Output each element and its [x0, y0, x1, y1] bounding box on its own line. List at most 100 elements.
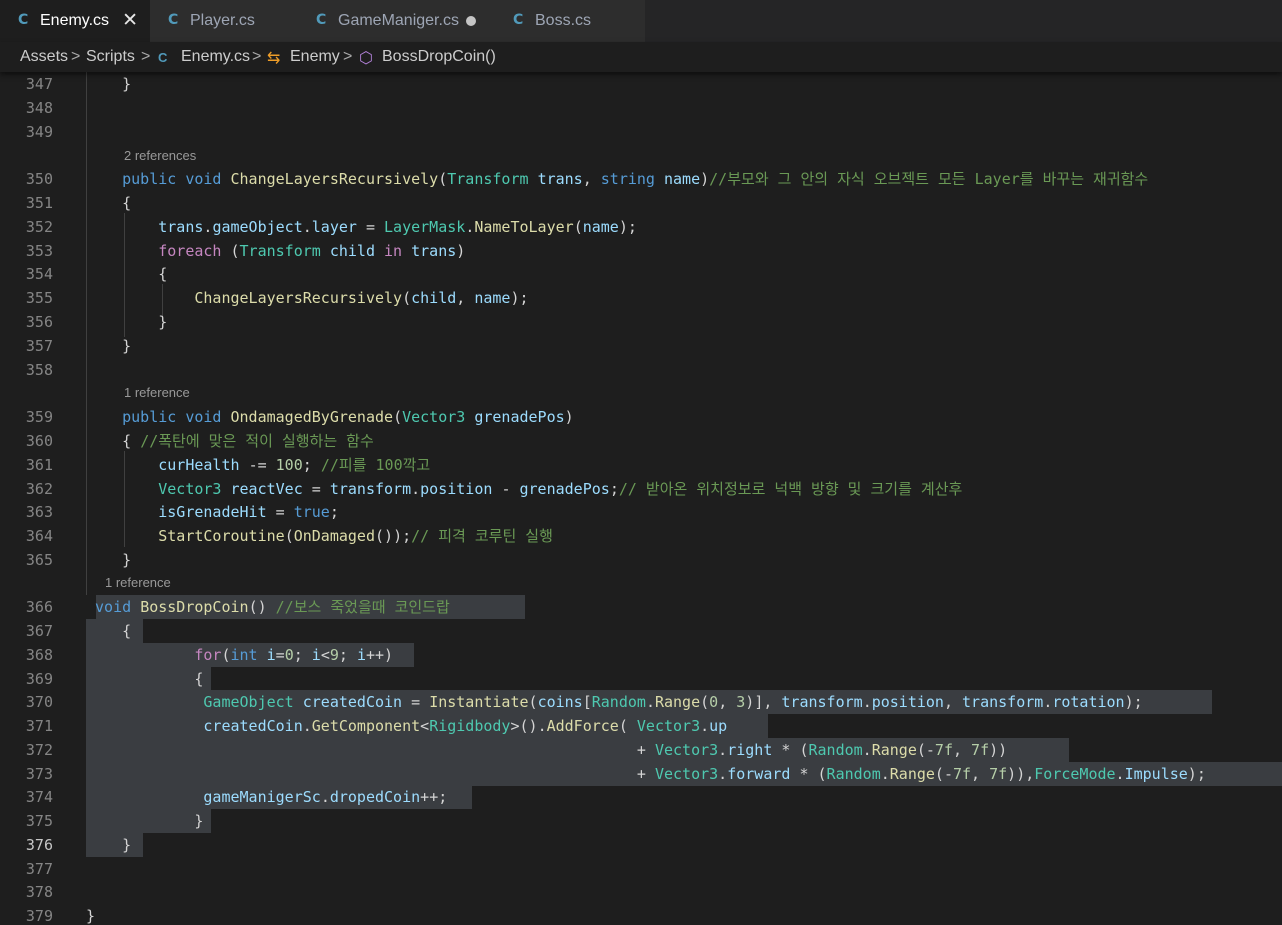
breadcrumb-class[interactable]: Enemy — [290, 48, 340, 66]
line-number: 347 — [25, 75, 53, 93]
line-number: 359 — [25, 408, 53, 426]
tab-player-cs[interactable]: C Player.cs — [150, 0, 298, 42]
line-number: 353 — [25, 242, 53, 260]
code-line: 364 StartCoroutine(OnDamaged());// 피격 코루… — [0, 524, 1282, 548]
line-number: 349 — [25, 123, 53, 141]
line-number: 375 — [25, 812, 53, 830]
line-number: 358 — [25, 361, 53, 379]
line-number: 355 — [25, 289, 53, 307]
code-line: 351 { — [0, 191, 1282, 215]
line-number: 378 — [25, 883, 53, 901]
csharp-file-icon: C — [168, 12, 179, 28]
line-text: } — [122, 75, 132, 93]
breadcrumb-file[interactable]: Enemy.cs — [181, 48, 250, 66]
code-line: 362 Vector3 reactVec = transform.positio… — [0, 477, 1282, 501]
code-line: 367 { — [0, 619, 1282, 643]
line-text: { — [122, 622, 132, 640]
line-number: 369 — [25, 670, 53, 688]
tab-label: Boss.cs — [535, 12, 592, 29]
breadcrumb-scripts[interactable]: Scripts — [86, 48, 135, 66]
tab-boss-cs[interactable]: C Boss.cs — [495, 0, 645, 42]
tab-label: Enemy.cs — [40, 12, 110, 29]
code-line: 371 createdCoin.GetComponent<Rigidbody>(… — [0, 714, 1282, 738]
line-text: Vector3 reactVec = transform.position - … — [158, 480, 963, 498]
code-line: 374 gameManigerSc.dropedCoin++; — [0, 785, 1282, 809]
line-text: { — [158, 265, 168, 283]
tab-label: Player.cs — [190, 12, 255, 29]
chevron-right-icon: > — [141, 48, 151, 65]
code-line: 360 { //폭탄에 맞은 적이 실행하는 함수 — [0, 429, 1282, 453]
class-icon: ⇆ — [267, 50, 281, 67]
code-line: 347 } — [0, 72, 1282, 96]
code-editor[interactable]: 2 references 1 reference 1 reference 347… — [0, 72, 1282, 925]
line-text: for(int i=0; i<9; i++) — [194, 646, 394, 664]
line-number: 352 — [25, 218, 53, 236]
line-number: 361 — [25, 456, 53, 474]
line-number: 364 — [25, 527, 53, 545]
code-lens-references[interactable]: 1 reference — [124, 384, 190, 402]
code-line: 366 void BossDropCoin() //보스 죽었을때 코인드랍 — [0, 595, 1282, 619]
unsaved-dot-icon[interactable] — [466, 16, 476, 26]
code-line: 352 trans.gameObject.layer = LayerMask.N… — [0, 215, 1282, 239]
line-text: } — [194, 812, 204, 830]
line-number: 379 — [25, 907, 53, 925]
line-number: 351 — [25, 194, 53, 212]
line-number: 377 — [25, 860, 53, 878]
code-lens-references[interactable]: 2 references — [124, 147, 196, 165]
line-text: trans.gameObject.layer = LayerMask.NameT… — [158, 218, 637, 236]
code-line: 369 { — [0, 667, 1282, 691]
code-line: 361 curHealth -= 100; //피를 100깍고 — [0, 453, 1282, 477]
tab-gamemaniger-cs[interactable]: C GameManiger.cs — [298, 0, 495, 42]
line-text: } — [122, 337, 132, 355]
line-number: 372 — [25, 741, 53, 759]
line-text: { — [122, 194, 132, 212]
line-number: 354 — [25, 265, 53, 283]
line-number: 350 — [25, 170, 53, 188]
csharp-file-icon: C — [316, 12, 327, 28]
code-line: 355 ChangeLayersRecursively(child, name)… — [0, 286, 1282, 310]
close-icon[interactable]: ✕ — [122, 9, 138, 31]
csharp-file-icon: C — [158, 50, 168, 65]
line-text: createdCoin.GetComponent<Rigidbody>().Ad… — [203, 717, 728, 735]
method-cube-icon: ⬡ — [359, 50, 373, 67]
line-number: 368 — [25, 646, 53, 664]
line-number: 367 — [25, 622, 53, 640]
line-number: 357 — [25, 337, 53, 355]
line-number: 365 — [25, 551, 53, 569]
code-line: 368 for(int i=0; i<9; i++) — [0, 643, 1282, 667]
line-number: 374 — [25, 788, 53, 806]
tab-enemy-cs[interactable]: C Enemy.cs ✕ — [0, 0, 150, 42]
code-line: 349 — [0, 120, 1282, 144]
code-line: 363 isGrenadeHit = true; — [0, 500, 1282, 524]
line-text: gameManigerSc.dropedCoin++; — [203, 788, 448, 806]
code-line: 356 } — [0, 310, 1282, 334]
code-line: 353 foreach (Transform child in trans) — [0, 239, 1282, 263]
code-line: 378 — [0, 880, 1282, 904]
breadcrumb-assets[interactable]: Assets — [20, 48, 68, 66]
tab-label: GameManiger.cs — [338, 12, 459, 29]
csharp-file-icon: C — [18, 12, 29, 28]
breadcrumb-method[interactable]: BossDropCoin() — [382, 48, 496, 66]
line-number: 360 — [25, 432, 53, 450]
code-line: 365 } — [0, 548, 1282, 572]
csharp-file-icon: C — [513, 12, 524, 28]
chevron-right-icon: > — [252, 48, 262, 65]
code-line: 373 + Vector3.forward * (Random.Range(-7… — [0, 762, 1282, 786]
code-lens-references[interactable]: 1 reference — [105, 574, 171, 592]
code-line: 350 public void ChangeLayersRecursively(… — [0, 167, 1282, 191]
line-text: foreach (Transform child in trans) — [158, 242, 466, 260]
code-line: 379 } — [0, 904, 1282, 925]
line-text: void BossDropCoin() //보스 죽었을때 코인드랍 — [95, 598, 450, 616]
code-line: 354 { — [0, 262, 1282, 286]
line-text: { — [194, 670, 204, 688]
code-line: 359 public void OndamagedByGrenade(Vecto… — [0, 405, 1282, 429]
code-line: 377 — [0, 857, 1282, 881]
line-text: GameObject createdCoin = Instantiate(coi… — [203, 693, 1143, 711]
code-line: 348 — [0, 96, 1282, 120]
line-number: 373 — [25, 765, 53, 783]
line-text: + Vector3.right * (Random.Range(-7f, 7f)… — [636, 741, 1008, 759]
line-text: { //폭탄에 맞은 적이 실행하는 함수 — [122, 432, 374, 450]
line-text: isGrenadeHit = true; — [158, 503, 339, 521]
line-number: 363 — [25, 503, 53, 521]
code-line: 372 + Vector3.right * (Random.Range(-7f,… — [0, 738, 1282, 762]
